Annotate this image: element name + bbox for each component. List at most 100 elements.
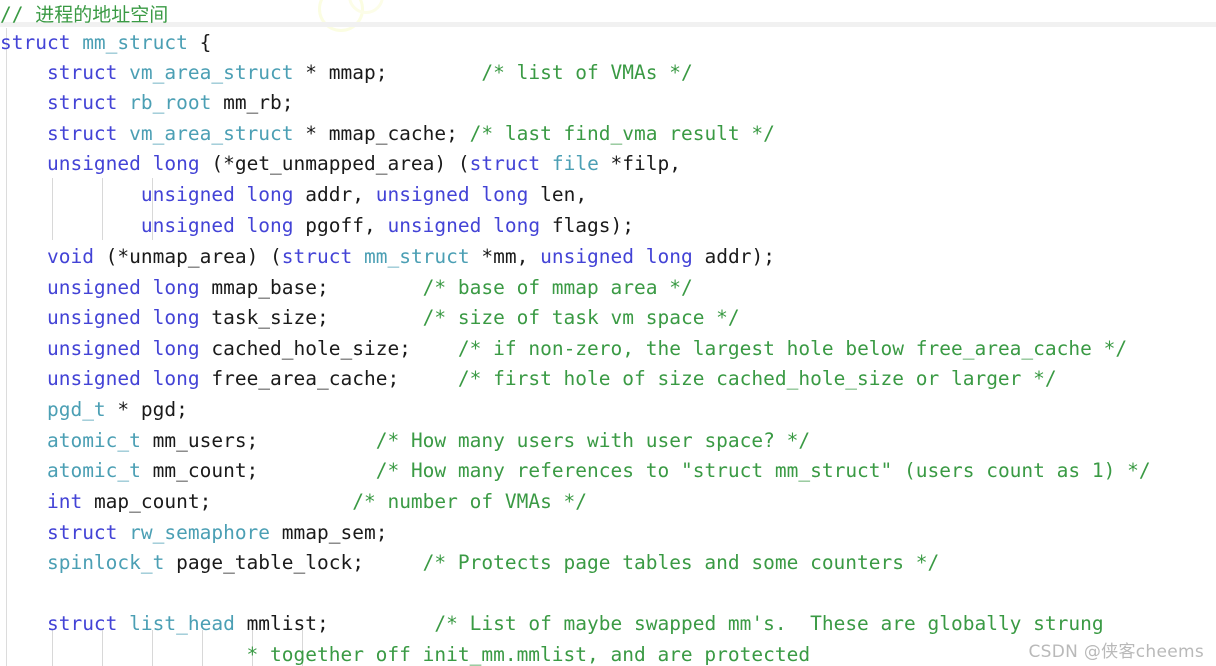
code-token: spinlock_t: [46, 551, 177, 574]
code-token: /* List of maybe swapped mm's. These are…: [434, 612, 1104, 635]
code-token: atomic_t: [46, 459, 153, 482]
code-token: *get_unmapped_area: [223, 152, 435, 175]
code-line[interactable]: unsigned long task_size; /* size of task…: [0, 303, 1216, 333]
code-line[interactable]: unsigned long pgoff, unsigned long flags…: [0, 211, 1216, 241]
code-line[interactable]: pgd_t * pgd;: [0, 395, 1216, 425]
code-token: *mm,: [481, 245, 541, 268]
code-token: ;: [763, 245, 775, 268]
code-line[interactable]: [0, 579, 1216, 609]
code-line[interactable]: unsigned long free_area_cache; /* first …: [0, 364, 1216, 394]
code-token: * pgd;: [117, 398, 188, 421]
code-token: ) (: [434, 152, 470, 175]
code-line[interactable]: unsigned long (*get_unmapped_area) (stru…: [0, 149, 1216, 179]
code-line[interactable]: void (*unmap_area) (struct mm_struct *mm…: [0, 242, 1216, 272]
code-token: pgd_t: [46, 398, 118, 421]
code-token: file: [551, 152, 611, 175]
code-token: mm_struct: [363, 245, 482, 268]
code-token: mmlist;: [246, 612, 329, 635]
site-watermark: CSDN @侠客cheems: [1028, 642, 1204, 662]
code-token: (: [105, 245, 118, 268]
code-token: struct: [281, 245, 364, 268]
code-token: //: [0, 3, 36, 26]
code-token: mmap_sem;: [281, 521, 388, 544]
code-token: page_table_lock;: [176, 551, 364, 574]
code-line[interactable]: struct rb_root mm_rb;: [0, 88, 1216, 118]
code-token: unsigned long: [46, 276, 212, 299]
code-token: struct: [46, 521, 130, 544]
code-token: task_size;: [211, 306, 329, 329]
code-token: addr: [704, 245, 752, 268]
code-token: /* Protects page tables and some counter…: [422, 551, 940, 574]
code-line[interactable]: // 进程的地址空间: [0, 0, 1216, 30]
code-token: struct: [46, 91, 130, 114]
code-token: mmap_base;: [211, 276, 329, 299]
code-token: ) (: [246, 245, 282, 268]
code-token: vm_area_struct: [129, 122, 306, 145]
code-token: *filp,: [610, 152, 681, 175]
code-line[interactable]: spinlock_t page_table_lock; /* Protects …: [0, 548, 1216, 578]
code-line[interactable]: unsigned long cached_hole_size; /* if no…: [0, 334, 1216, 364]
code-token: unsigned long: [540, 245, 705, 268]
code-token: /* list of VMAs */: [481, 61, 693, 84]
code-token: cached_hole_size;: [211, 337, 411, 360]
code-line[interactable]: struct vm_area_struct * mmap; /* list of…: [0, 58, 1216, 88]
code-token: unsigned long: [387, 214, 552, 237]
code-token: unsigned long: [46, 337, 212, 360]
code-line[interactable]: atomic_t mm_users; /* How many users wit…: [0, 426, 1216, 456]
code-token: mm_users;: [152, 429, 259, 452]
code-token: struct: [0, 31, 83, 54]
code-token: ;: [622, 214, 635, 237]
code-token: /* first hole of size cached_hole_size o…: [457, 367, 1057, 390]
code-line[interactable]: unsigned long mmap_base; /* base of mmap…: [0, 273, 1216, 303]
code-token: /* size of task vm space */: [422, 306, 740, 329]
code-editor-view: // 进程的地址空间 struct mm_struct { struct vm_a…: [0, 0, 1216, 666]
code-line[interactable]: struct rw_semaphore mmap_sem;: [0, 518, 1216, 548]
code-token: pgoff,: [305, 214, 388, 237]
code-token: list_head: [129, 612, 247, 635]
code-line[interactable]: atomic_t mm_count; /* How many reference…: [0, 456, 1216, 486]
code-token: unsigned long: [46, 306, 212, 329]
code-token: {: [199, 31, 212, 54]
code-line[interactable]: struct list_head mmlist; /* List of mayb…: [0, 609, 1216, 639]
code-token: struct: [46, 612, 130, 635]
code-token: * together off init_mm.mmlist, and are p…: [246, 643, 811, 666]
code-token: /* How many references to "struct mm_str…: [375, 459, 1151, 482]
code-token: unsigned long: [46, 152, 212, 175]
code-token: unsigned long: [140, 214, 306, 237]
code-token: ): [751, 245, 764, 268]
code-line[interactable]: struct mm_struct {: [0, 28, 1216, 58]
code-token: *unmap_area: [117, 245, 247, 268]
code-line[interactable]: struct vm_area_struct * mmap_cache; /* l…: [0, 119, 1216, 149]
code-token: free_area_cache;: [211, 367, 400, 390]
code-line[interactable]: int map_count; /* number of VMAs */: [0, 487, 1216, 517]
code-token: * mmap;: [305, 61, 388, 84]
code-line[interactable]: unsigned long addr, unsigned long len,: [0, 180, 1216, 210]
code-token: map_count;: [93, 490, 212, 513]
code-token: void: [46, 245, 106, 268]
code-token: * mmap_cache;: [305, 122, 470, 145]
code-token: /* number of VMAs */: [352, 490, 588, 513]
code-token: atomic_t: [46, 429, 153, 452]
code-token: len,: [540, 183, 588, 206]
